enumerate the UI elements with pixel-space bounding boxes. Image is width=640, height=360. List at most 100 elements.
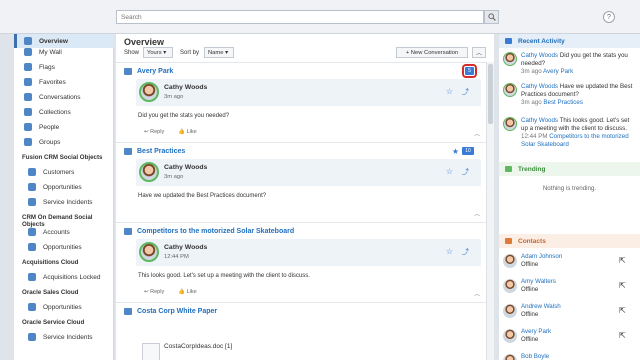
activity-author[interactable]: Cathy Woods: [521, 52, 558, 59]
activity-target[interactable]: Avery Park: [543, 68, 573, 75]
activity-item[interactable]: Cathy Woods Have we updated the Best Pra…: [503, 83, 636, 113]
new-conversation-button[interactable]: + New Conversation: [396, 47, 468, 58]
conversation-item[interactable]: Avery Park 5 Cathy Woods 3m ago ☆ ⤴ Did …: [116, 62, 486, 142]
avatar[interactable]: [139, 242, 159, 262]
share-icon[interactable]: ⤴: [462, 247, 469, 257]
contact-item[interactable]: Avery Park Offline ⇱: [503, 327, 636, 347]
document-name[interactable]: CostaCorpIdeas.doc [1]: [164, 343, 232, 350]
conversation-header[interactable]: Costa Corp White Paper: [124, 308, 217, 315]
message-author[interactable]: Cathy Woods: [164, 164, 207, 171]
add-contact-icon[interactable]: ⇱: [619, 306, 628, 315]
conversation-title[interactable]: Avery Park: [137, 68, 173, 75]
recent-activity-title: Recent Activity: [518, 37, 565, 45]
star-icon[interactable]: ☆: [446, 167, 453, 176]
conversation-item[interactable]: Best Practices ★ 10 Cathy Woods 3m ago ☆…: [116, 142, 486, 222]
feed-scrollbar[interactable]: [486, 62, 494, 360]
sidebar-item-service-incidents[interactable]: Service Incidents: [28, 196, 93, 208]
contact-name[interactable]: Avery Park: [521, 328, 551, 335]
conversation-title[interactable]: Best Practices: [137, 148, 185, 155]
help-button[interactable]: ?: [603, 11, 615, 23]
add-contact-icon[interactable]: ⇱: [619, 281, 628, 290]
chevron-up-icon[interactable]: ︿: [474, 129, 480, 138]
activity-author[interactable]: Cathy Woods: [521, 117, 558, 124]
avatar[interactable]: [139, 82, 159, 102]
message-author[interactable]: Cathy Woods: [164, 84, 207, 91]
message-time: 12:44 PM: [164, 254, 189, 260]
sidebar-item-label: Opportunities: [43, 183, 82, 191]
message-author[interactable]: Cathy Woods: [164, 244, 207, 251]
share-icon[interactable]: ⤴: [462, 167, 469, 177]
sidebar-item-label: Groups: [39, 138, 61, 146]
sidebar-item-flags[interactable]: Flags: [24, 61, 55, 73]
star-filled-icon[interactable]: ★: [452, 147, 459, 156]
sidebar-item-groups[interactable]: Groups: [24, 136, 60, 148]
contact-name[interactable]: Adam Johnson: [521, 253, 562, 260]
like-link[interactable]: 👍 Like: [178, 289, 196, 295]
contacts-title: Contacts: [518, 237, 546, 245]
sidebar-item-collections[interactable]: Collections: [24, 106, 71, 118]
sidebar-item-opportunities[interactable]: Opportunities: [28, 301, 82, 313]
search-box[interactable]: [116, 10, 484, 24]
conversation-header[interactable]: Best Practices: [124, 148, 185, 155]
sidebar-item-service-incidents[interactable]: Service Incidents: [28, 331, 93, 343]
unread-badge[interactable]: 10: [462, 147, 474, 155]
conversation-header[interactable]: Avery Park: [124, 68, 173, 75]
star-icon[interactable]: ☆: [446, 247, 453, 256]
contact-item[interactable]: Adam Johnson Offline ⇱: [503, 252, 636, 272]
sort-dropdown[interactable]: Name ▾: [204, 47, 234, 58]
people-icon: [24, 123, 32, 131]
conversation-title[interactable]: Competitors to the motorized Solar Skate…: [137, 228, 294, 235]
sidebar-item-people[interactable]: People: [24, 121, 59, 133]
chevron-up-icon[interactable]: ︿: [474, 209, 480, 218]
acquisition-icon: [28, 273, 36, 281]
collapse-all-button[interactable]: ︿: [472, 47, 486, 58]
sidebar-item-favorites[interactable]: Favorites: [24, 76, 66, 88]
conversation-item[interactable]: Costa Corp White Paper CostaCorpIdeas.do…: [116, 302, 486, 360]
conversation-title[interactable]: Costa Corp White Paper: [137, 308, 217, 315]
search-input[interactable]: [117, 11, 483, 23]
activity-author[interactable]: Cathy Woods: [521, 83, 558, 90]
activity-time: 3m ago: [521, 68, 542, 75]
activity-icon: [505, 38, 512, 44]
sidebar: Overview My Wall Flags Favorites Convers…: [14, 34, 114, 360]
scrollbar-thumb[interactable]: [488, 64, 493, 124]
contact-name[interactable]: Bob Boyle: [521, 353, 549, 360]
sidebar-item-opportunities[interactable]: Opportunities: [28, 241, 82, 253]
chevron-up-icon[interactable]: ︿: [474, 289, 480, 298]
right-panel: Recent Activity Cathy Woods Did you get …: [499, 34, 640, 360]
share-icon[interactable]: ⤴: [462, 87, 469, 97]
chevron-up-icon: ︿: [475, 51, 482, 57]
activity-item[interactable]: Cathy Woods Did you get the stats you ne…: [503, 52, 636, 80]
star-icon[interactable]: ☆: [446, 87, 453, 96]
contact-name[interactable]: Andrew Walsh: [521, 303, 561, 310]
contact-item[interactable]: Amy Walters Offline ⇱: [503, 277, 636, 297]
document-attachment[interactable]: CostaCorpIdeas.doc [1]: [142, 343, 414, 360]
activity-item[interactable]: Cathy Woods This looks good. Let's set u…: [503, 117, 636, 157]
message: Cathy Woods 12:44 PM ☆ ⤴: [136, 239, 481, 266]
show-dropdown[interactable]: Yours ▾: [143, 47, 173, 58]
contact-status: Offline: [521, 262, 539, 268]
add-contact-icon[interactable]: ⇱: [619, 256, 628, 265]
unread-badge[interactable]: 5: [462, 64, 477, 78]
conversation-header[interactable]: Competitors to the motorized Solar Skate…: [124, 228, 294, 235]
sidebar-item-accounts[interactable]: Accounts: [28, 226, 70, 238]
contact-item[interactable]: Bob Boyle: [503, 352, 636, 360]
sidebar-item-acquisitions-locked[interactable]: Acquisitions Locked: [28, 271, 100, 283]
reply-link[interactable]: ↩ Reply: [144, 289, 164, 295]
contact-name[interactable]: Amy Walters: [521, 278, 556, 285]
contact-item[interactable]: Andrew Walsh Offline ⇱: [503, 302, 636, 322]
avatar[interactable]: [139, 162, 159, 182]
reply-link[interactable]: ↩ Reply: [144, 129, 164, 135]
avatar: [503, 52, 517, 66]
sidebar-item-opportunities[interactable]: Opportunities: [28, 181, 82, 193]
section-header: Oracle Sales Cloud: [22, 289, 79, 296]
add-contact-icon[interactable]: ⇱: [619, 331, 628, 340]
message: Cathy Woods 3m ago ☆ ⤴: [136, 79, 481, 106]
sidebar-item-customers[interactable]: Customers: [28, 166, 74, 178]
sidebar-item-conversations[interactable]: Conversations: [24, 91, 81, 103]
activity-target[interactable]: Best Practices: [543, 99, 583, 106]
search-button[interactable]: [484, 10, 499, 24]
conversation-item[interactable]: Competitors to the motorized Solar Skate…: [116, 222, 486, 302]
like-link[interactable]: 👍 Like: [178, 129, 196, 135]
sidebar-item-my-wall[interactable]: My Wall: [24, 46, 62, 58]
